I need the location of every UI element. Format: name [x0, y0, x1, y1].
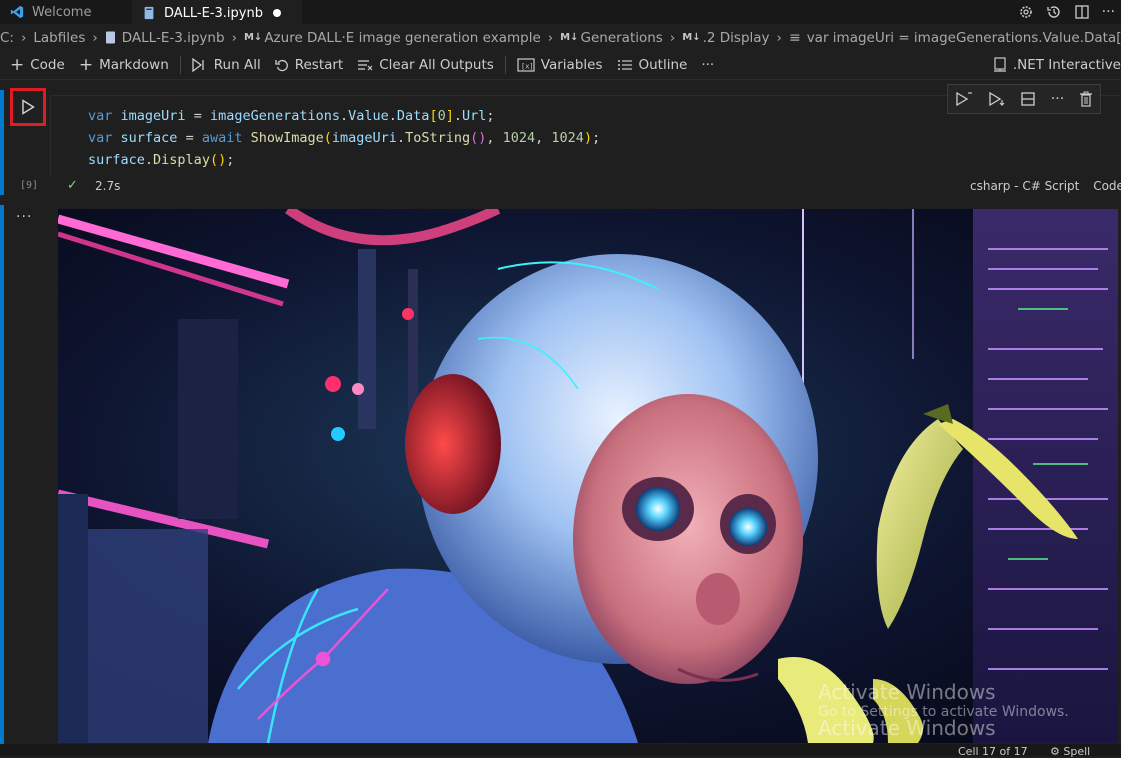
more-toolbar-button[interactable]: ··· — [694, 54, 721, 76]
breadcrumb-heading-1-label: Azure DALL·E image generation example — [264, 29, 541, 46]
variables-label: Variables — [540, 57, 603, 73]
cell-language-label: csharp - C# Script — [970, 179, 1080, 193]
generated-image-output — [58, 209, 1118, 743]
outline-list-icon — [617, 60, 632, 70]
history-icon[interactable] — [1046, 4, 1062, 20]
more-cell-actions-icon[interactable]: ··· — [1051, 91, 1064, 107]
restart-button[interactable]: Restart — [268, 54, 351, 76]
run-all-button[interactable]: Run All — [185, 54, 268, 76]
tab-welcome[interactable]: Welcome — [0, 0, 130, 24]
restart-icon — [275, 59, 288, 72]
clear-all-icon — [358, 60, 373, 71]
breadcrumb-heading-3-label: .2 Display — [702, 29, 770, 46]
monkey-image — [58, 209, 1118, 743]
more-actions-icon[interactable]: ··· — [1102, 4, 1115, 20]
add-code-label: Code — [30, 57, 65, 73]
clear-outputs-button[interactable]: Clear All Outputs — [350, 54, 501, 76]
add-code-button[interactable]: + Code — [3, 54, 72, 76]
output-more-actions[interactable]: ··· — [16, 209, 32, 225]
chevron-right-icon: › — [547, 29, 554, 46]
add-markdown-label: Markdown — [99, 57, 169, 73]
breadcrumb-heading-1[interactable]: M↓ Azure DALL·E image generation example — [244, 30, 541, 46]
breadcrumb-heading-3[interactable]: M↓ .2 Display — [682, 30, 769, 46]
breadcrumb-symbol-label: var imageUri = imageGenerations.Value.Da… — [806, 29, 1121, 46]
chevron-right-icon: › — [20, 29, 27, 46]
cell-focus-indicator — [0, 90, 4, 195]
notebook-icon — [105, 31, 115, 44]
outline-label: Outline — [638, 57, 688, 73]
cell-language-mode: Code — [1093, 179, 1121, 193]
breadcrumb-file-label: DALL-E-3.ipynb — [121, 29, 225, 46]
code-line-1[interactable]: var imageUri = imageGenerations.Value.Da… — [88, 108, 495, 124]
markdown-icon: M↓ — [560, 32, 579, 43]
chevron-right-icon: › — [669, 29, 676, 46]
kernel-picker[interactable]: .NET Interactive — [986, 54, 1121, 76]
status-cell-position[interactable]: Cell 17 of 17 — [958, 745, 1028, 758]
breadcrumb-file[interactable]: DALL-E-3.ipynb — [105, 30, 225, 46]
split-editor-icon[interactable] — [1074, 4, 1090, 20]
chevron-right-icon: › — [92, 29, 98, 46]
markdown-icon: M↓ — [243, 32, 263, 43]
watermark-line-1: Activate Windows — [818, 680, 996, 704]
run-all-label: Run All — [213, 57, 261, 73]
svg-text:[x]: [x] — [521, 63, 534, 71]
tab-welcome-label: Welcome — [32, 4, 92, 20]
code-line-2[interactable]: var surface = await ShowImage(imageUri.T… — [88, 130, 600, 146]
status-spell-label: Spell — [1063, 745, 1091, 758]
spell-gear-icon: ⚙ — [1050, 745, 1060, 758]
breadcrumb-drive[interactable]: C: — [0, 30, 14, 46]
run-all-icon — [192, 58, 204, 72]
vscode-logo-icon — [10, 5, 24, 19]
kernel-label: .NET Interactive — [1012, 57, 1121, 73]
variables-button[interactable]: [x] Variables — [510, 54, 610, 76]
breadcrumb: C: › Labfiles › DALL-E-3.ipynb › M↓ Azur… — [0, 24, 1121, 51]
add-markdown-button[interactable]: + Markdown — [72, 54, 176, 76]
toolbar-divider — [179, 56, 181, 74]
unsaved-dot-icon[interactable] — [272, 9, 281, 17]
execution-count: [9] — [20, 180, 39, 191]
markdown-icon: M↓ — [682, 32, 701, 43]
play-icon — [22, 99, 35, 115]
kernel-server-icon — [993, 57, 1006, 72]
settings-gear-icon[interactable] — [1018, 4, 1034, 20]
restart-label: Restart — [294, 57, 344, 73]
run-cell-button[interactable] — [10, 88, 46, 126]
code-line-3[interactable]: surface.Display(); — [88, 152, 234, 168]
breadcrumb-heading-2-label: Generations — [580, 29, 663, 46]
breadcrumb-folder[interactable]: Labfiles — [33, 30, 85, 46]
tab-bar: Welcome DALL-E-3.ipynb ··· — [0, 0, 1121, 25]
status-spell[interactable]: ⚙ Spell — [1050, 745, 1090, 758]
execution-duration: 2.7s — [95, 179, 121, 193]
outline-button[interactable]: Outline — [610, 54, 695, 76]
output-focus-indicator — [0, 205, 4, 750]
execute-below-icon[interactable] — [988, 91, 1006, 107]
tab-notebook[interactable]: DALL-E-3.ipynb — [132, 0, 302, 25]
notebook-icon — [144, 6, 154, 20]
variables-icon: [x] — [517, 58, 535, 72]
notebook-toolbar: + Code + Markdown Run All Restart Clear … — [0, 51, 1121, 80]
clear-outputs-label: Clear All Outputs — [379, 57, 494, 73]
chevron-right-icon: › — [231, 29, 237, 46]
cell-toolbar: ··· — [947, 84, 1101, 114]
execute-above-icon[interactable] — [955, 91, 973, 107]
cell-language[interactable]: csharp - C# Script Code — [970, 179, 1121, 193]
toolbar-divider — [504, 56, 506, 74]
status-bar — [0, 744, 1121, 756]
breadcrumb-heading-2[interactable]: M↓ Generations — [560, 30, 663, 46]
split-cell-icon[interactable] — [1020, 91, 1036, 107]
editor-actions: ··· — [1018, 0, 1121, 24]
plus-icon: + — [78, 55, 94, 75]
success-check-icon: ✓ — [67, 178, 78, 193]
delete-trash-icon[interactable] — [1079, 91, 1093, 107]
plus-icon: + — [10, 55, 25, 75]
symbol-variable-icon: ≡ — [788, 29, 801, 46]
activation-watermark: Activate Windows Go to Settings to activ… — [818, 680, 1069, 740]
chevron-right-icon: › — [776, 29, 782, 46]
breadcrumb-symbol[interactable]: ≡ var imageUri = imageGenerations.Value.… — [789, 30, 1121, 46]
tab-notebook-label: DALL-E-3.ipynb — [164, 5, 263, 21]
